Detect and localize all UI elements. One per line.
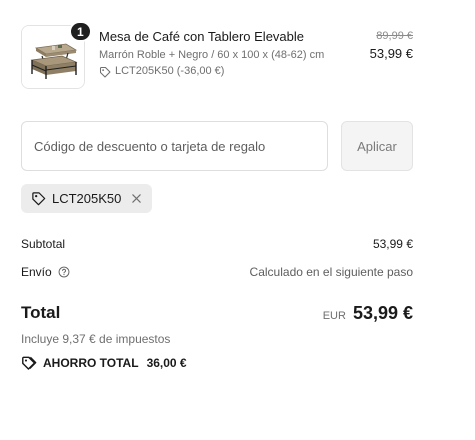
tag-icon <box>32 192 46 206</box>
product-thumbnail-wrapper: 1 <box>21 21 92 89</box>
applied-discount-code: LCT205K50 <box>52 191 122 206</box>
product-name: Mesa de Café con Tablero Elevable <box>99 29 304 44</box>
total-row: Total EUR 53,99 € <box>21 302 413 324</box>
savings-value: 36,00 € <box>146 356 187 370</box>
total-label: Total <box>21 303 61 322</box>
total-amount-group: EUR 53,99 € <box>323 303 413 324</box>
product-discount: LCT205K50 (-36,00 €) <box>99 64 339 79</box>
tags-icon <box>22 356 37 370</box>
shipping-value: Calculado en el siguiente paso <box>249 265 413 279</box>
total-savings: AHORRO TOTAL 36,00 € <box>21 355 187 371</box>
product-prices: 89,99 € 53,99 € <box>370 29 413 63</box>
savings-label: AHORRO TOTAL <box>43 356 139 370</box>
apply-button[interactable]: Aplicar <box>341 121 413 171</box>
subtotal-label: Subtotal <box>21 237 66 251</box>
currency-code: EUR <box>322 309 346 322</box>
close-icon <box>132 194 142 203</box>
product-info: Mesa de Café con Tablero Elevable Marrón… <box>99 29 339 79</box>
shipping-row: Envío Calculado en el siguiente paso <box>21 264 413 280</box>
original-price: 89,99 € <box>376 30 413 42</box>
applied-discount-chip: LCT205K50 <box>21 184 153 213</box>
discounted-price: 53,99 € <box>369 46 413 61</box>
taxes-note: Incluye 9,37 € de impuestos <box>21 332 171 346</box>
subtotal-value: 53,99 € <box>372 237 413 251</box>
cart-line-item: 1 Mesa de Café con Tablero Elevable Marr… <box>21 21 413 97</box>
shipping-label: Envío <box>21 265 52 279</box>
total-value: 53,99 € <box>352 302 413 323</box>
remove-discount-button[interactable] <box>131 193 142 204</box>
discount-code-input[interactable] <box>21 121 328 171</box>
product-variant: Marrón Roble + Negro / 60 x 100 x (48-62… <box>99 49 325 61</box>
product-discount-text: LCT205K50 (-36,00 €) <box>115 65 225 77</box>
help-icon[interactable] <box>58 266 70 278</box>
subtotal-row: Subtotal 53,99 € <box>21 236 413 252</box>
quantity-badge: 1 <box>69 21 92 42</box>
tag-icon <box>99 66 111 77</box>
shipping-label-group: Envío <box>21 265 70 279</box>
